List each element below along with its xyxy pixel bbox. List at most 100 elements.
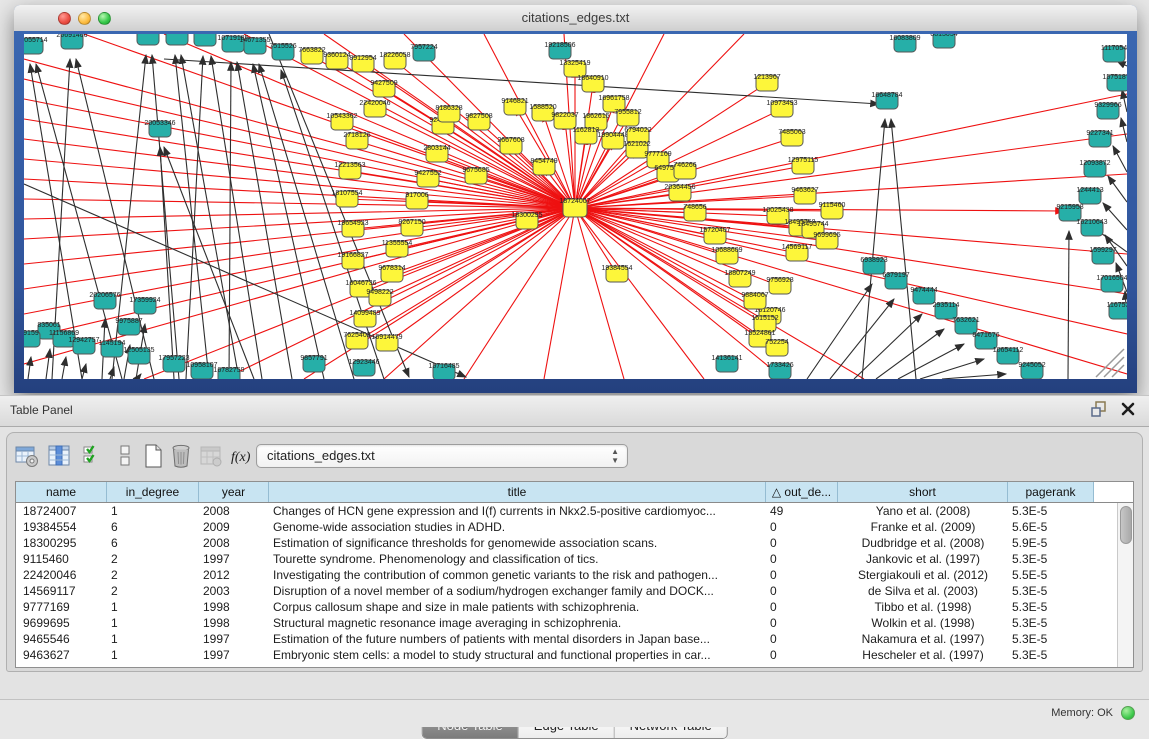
graph-node-label: 9678314	[378, 265, 405, 272]
graph-node-label: 9474444	[910, 287, 937, 294]
graph-node-label: 1588520	[529, 104, 556, 111]
table-settings-icon[interactable]	[15, 444, 39, 468]
graph-node-label: 9756928	[766, 277, 793, 284]
table-cell: 9463627	[16, 647, 107, 663]
graph-node-label: 9227341	[1086, 130, 1113, 137]
graph-edge	[24, 208, 575, 219]
graph-edge	[575, 208, 770, 316]
graph-node-label: 9975887	[115, 318, 142, 325]
table-cell: Changes of HCN gene expression and I(f) …	[269, 503, 766, 519]
table-cell: 5.3E-5	[1008, 615, 1094, 631]
graph-node-label: 12213563	[334, 162, 365, 169]
table-cell: 5.3E-5	[1008, 647, 1094, 663]
graph-node-label: 13325419	[559, 60, 590, 67]
graph-node[interactable]	[166, 34, 188, 45]
graph-node-label: 7632621	[952, 317, 979, 324]
table-row[interactable]: 1872400712008Changes of HCN gene express…	[16, 503, 1133, 519]
table-cell: 1998	[199, 599, 269, 615]
graph-node-label: 9857791	[300, 355, 327, 362]
table-cell: 0	[766, 647, 838, 663]
function-builder-icon[interactable]: f(x)	[229, 444, 257, 468]
graph-node-label: 16914479	[371, 334, 402, 341]
graph-node-label: 9463627	[791, 187, 818, 194]
graph-edge	[1113, 146, 1127, 172]
graph-node-label: 16961758	[598, 95, 629, 102]
graph-edge	[862, 119, 885, 379]
graph-node[interactable]	[137, 34, 159, 45]
table-selector-dropdown[interactable]: citations_edges.txt ▲▼	[256, 444, 628, 468]
select-rows-icon[interactable]	[81, 444, 105, 468]
graph-node-label: 8215958	[1056, 204, 1083, 211]
column-header-name[interactable]: name	[16, 482, 107, 502]
combo-arrows-icon: ▲▼	[611, 447, 619, 465]
graph-node-label: 8471676	[972, 332, 999, 339]
graph-node-label: 6938923	[860, 257, 887, 264]
graph-node-label: 8454749	[530, 158, 557, 165]
table-cell: 9699695	[16, 615, 107, 631]
graph-edge	[1121, 118, 1127, 142]
graph-node-label: 10543362	[326, 113, 357, 120]
close-panel-icon[interactable]	[1121, 402, 1135, 416]
scrollbar-thumb[interactable]	[1120, 506, 1132, 544]
graph-node-label: 18300295	[511, 212, 542, 219]
table-cell: 5.9E-5	[1008, 535, 1094, 551]
graph-node-label: 15716485	[428, 363, 459, 370]
window-titlebar[interactable]: citations_edges.txt	[14, 5, 1137, 32]
table-cell: 14569117	[16, 583, 107, 599]
column-header-out_de[interactable]: △ out_de...	[766, 482, 838, 502]
graph-node-label: 1213967	[753, 74, 780, 81]
resize-grip[interactable]	[1096, 349, 1124, 377]
table-cell: 0	[766, 631, 838, 647]
table-row[interactable]: 946554611997Estimation of the future num…	[16, 631, 1133, 647]
graph-node-label: 1167533	[1107, 302, 1127, 309]
table-header-row: namein_degreeyeartitle△ out_de...shortpa…	[16, 482, 1133, 503]
column-header-title[interactable]: title	[269, 482, 766, 502]
column-header-short[interactable]: short	[838, 482, 1008, 502]
graph-node-label: 1733426	[766, 362, 793, 369]
table-cell: 2009	[199, 519, 269, 535]
graph-node-label: 752254	[765, 339, 788, 346]
table-vertical-scrollbar[interactable]	[1117, 503, 1133, 667]
table-row[interactable]: 2242004622012Investigating the contribut…	[16, 567, 1133, 583]
graph-node-label: 2667608	[497, 137, 524, 144]
graph-node-label: 8912954	[349, 55, 376, 62]
table-cell: 9115460	[16, 551, 107, 567]
column-header-pagerank[interactable]: pagerank	[1008, 482, 1094, 502]
table-cell: 0	[766, 535, 838, 551]
table-row[interactable]: 1456911722003Disruption of a novel membe…	[16, 583, 1133, 599]
table-row[interactable]: 1938455462009Genome-wide association stu…	[16, 519, 1133, 535]
show-columns-icon[interactable]	[47, 444, 71, 468]
graph-edge	[898, 344, 964, 379]
table-row[interactable]: 977716911998Corpus callosum shape and si…	[16, 599, 1133, 615]
float-panel-icon[interactable]	[1091, 401, 1109, 417]
graph-node-label: 12975115	[788, 157, 819, 164]
table-cell: 49	[766, 503, 838, 519]
graph-node-label: 9329966	[1094, 102, 1121, 109]
svg-text:f(x): f(x)	[231, 450, 251, 465]
graph-node-label: 7663822	[298, 47, 325, 54]
network-canvas[interactable]: 1405571420691406106532871527602646616010…	[24, 34, 1127, 379]
table-cell: 2	[107, 567, 199, 583]
table-row[interactable]: 969969511998Structural magnetic resonanc…	[16, 615, 1133, 631]
memory-ok-icon	[1121, 706, 1135, 720]
table-row[interactable]: 1830029562008Estimation of significance …	[16, 535, 1133, 551]
column-header-in_degree[interactable]: in_degree	[107, 482, 199, 502]
table-cell: 5.5E-5	[1008, 567, 1094, 583]
network-view-frame: 1405571420691406106532871527602646616010…	[14, 31, 1137, 393]
graph-edge	[24, 208, 575, 264]
table-cell: 1998	[199, 615, 269, 631]
column-header-year[interactable]: year	[199, 482, 269, 502]
delete-table-icon[interactable]	[169, 444, 193, 468]
table-row[interactable]: 946362711997Embryonic stem cells: a mode…	[16, 647, 1133, 663]
graph-edge	[244, 34, 575, 208]
graph-node-label: 8267150	[398, 219, 425, 226]
table-cell: Tourette syndrome. Phenomenology and cla…	[269, 551, 766, 567]
graph-node-label: 2718126	[343, 132, 370, 139]
graph-node-label: 12093872	[1079, 160, 1110, 167]
table-row[interactable]: 911546021997Tourette syndrome. Phenomeno…	[16, 551, 1133, 567]
graph-node-label: 9884067	[741, 292, 768, 299]
table-cell: 2	[107, 583, 199, 599]
row-height-icon[interactable]	[113, 444, 137, 468]
new-table-icon[interactable]	[141, 444, 165, 468]
table-cell: 6	[107, 535, 199, 551]
